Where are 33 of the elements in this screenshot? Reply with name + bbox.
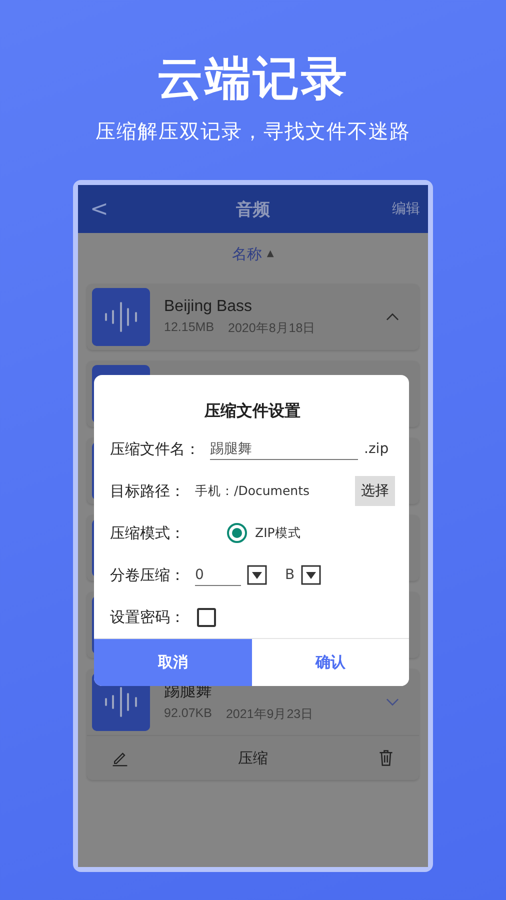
radio-button[interactable] xyxy=(227,523,247,543)
compress-button[interactable]: 压缩 xyxy=(238,748,268,768)
dialog-title: 压缩文件设置 xyxy=(203,401,302,422)
file-card[interactable]: Beijing Bass 12.15MB 2020年8月18日 xyxy=(87,284,419,350)
file-name-field[interactable]: 踢腿舞 xyxy=(210,438,358,460)
file-name: Beijing Bass xyxy=(164,298,254,316)
extension-label: .zip xyxy=(364,441,389,457)
password-checkbox[interactable] xyxy=(197,608,216,626)
file-date: 2021年9月23日 xyxy=(226,706,314,723)
screen-title: 音频 xyxy=(236,198,270,220)
headline: 云端记录 xyxy=(157,50,349,107)
edit-button[interactable]: 编辑 xyxy=(392,200,420,218)
cancel-button[interactable]: 取消 xyxy=(94,639,252,686)
trash-icon[interactable] xyxy=(377,749,395,767)
file-size: 92.07KB xyxy=(164,706,212,722)
dropdown-icon[interactable] xyxy=(300,565,321,585)
unit-label: B xyxy=(285,567,295,583)
field-label: 设置密码： xyxy=(110,608,185,626)
path-value: 手机：/Documents xyxy=(195,482,310,500)
file-date: 2020年8月18日 xyxy=(228,320,316,336)
file-size: 12.15MB xyxy=(164,320,214,336)
back-button[interactable]: < xyxy=(86,196,112,222)
field-label: 压缩文件名： xyxy=(110,440,200,458)
field-label: 目标路径： xyxy=(110,482,185,500)
audio-wave-icon xyxy=(92,288,150,346)
subheadline: 压缩解压双记录，寻找文件不迷路 xyxy=(96,118,410,145)
dropdown-icon[interactable] xyxy=(247,565,267,585)
sort-button[interactable]: 名称 $^{▲}$ xyxy=(232,244,274,264)
choose-button[interactable]: 选择 xyxy=(355,476,395,506)
chevron-up-icon[interactable] xyxy=(386,313,399,321)
field-label: 压缩模式： xyxy=(110,524,185,542)
mode-option[interactable]: ZIP模式 xyxy=(255,524,301,542)
field-label: 分卷压缩： xyxy=(110,566,185,584)
